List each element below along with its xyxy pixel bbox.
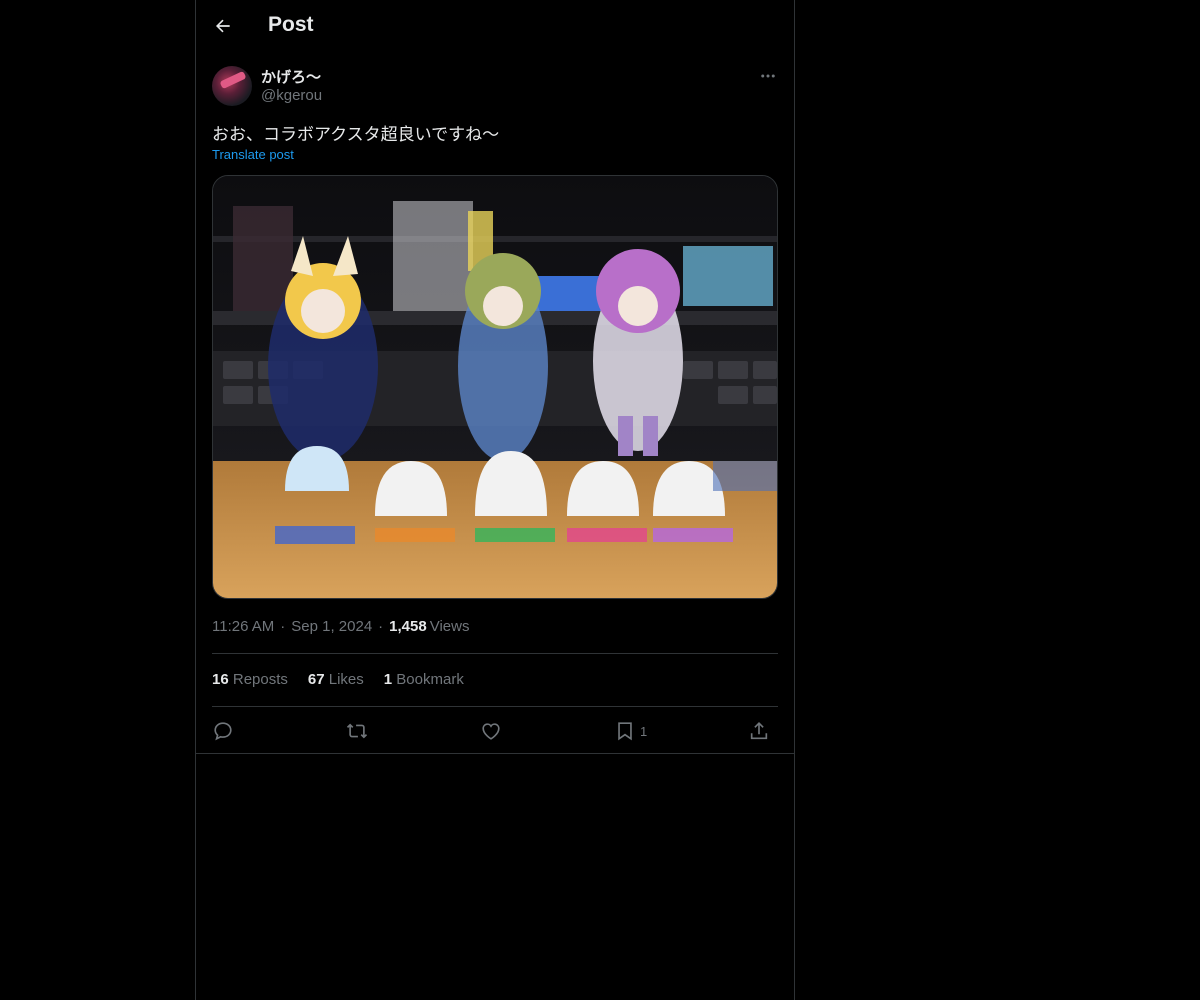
post-header: Post [196,0,794,53]
bookmarks-stat[interactable]: 1 Bookmark [384,671,464,688]
reposts-stat[interactable]: 16 Reposts [212,671,288,688]
arrow-left-icon [216,19,230,33]
divider [212,653,778,654]
repost-button[interactable] [346,718,368,744]
author-handle[interactable]: @kgerou [261,87,322,104]
share-icon [750,722,768,740]
translate-post-link[interactable]: Translate post [212,147,294,162]
avatar-image [219,70,247,90]
likes-stat[interactable]: 67 Likes [308,671,364,688]
post-column: Post かげろ〜 @kgerou おお、コラボアクスタ超良いですね〜 Tran… [195,0,795,1000]
reply-button[interactable] [212,718,234,744]
post-author: かげろ〜 @kgerou [212,64,780,108]
post-stats: 16 Reposts 67 Likes 1 Bookmark [212,671,464,688]
like-icon [482,723,500,740]
meta-separator: · [378,618,384,635]
bookmarks-label: Bookmark [396,671,464,688]
views-label: Views [429,618,470,635]
post-bottom-border [196,753,794,754]
likes-count: 67 [307,671,325,688]
reply-icon [214,722,232,741]
share-button[interactable] [748,718,770,744]
post-media-photo[interactable] [212,175,778,599]
post-date[interactable]: Sep 1, 2024 [291,618,372,635]
reposts-label: Reposts [232,671,288,688]
views-count: 1,458 [389,618,427,635]
acrylic-stand-photo [213,176,777,598]
likes-label: Likes [328,671,364,688]
like-button[interactable] [480,718,502,744]
avatar[interactable] [212,66,252,106]
bookmark-count: 1 [640,723,648,739]
author-display-name[interactable]: かげろ〜 [261,66,321,87]
post-actions: 1 [212,718,778,744]
post-time[interactable]: 11:26 AM [212,618,274,635]
bookmark-icon [618,722,632,741]
repost-icon [346,723,368,739]
bookmark-button[interactable]: 1 [614,718,647,744]
reposts-count: 16 [212,671,229,688]
page-title: Post [268,13,314,36]
meta-separator: · [280,618,286,635]
divider [212,706,778,707]
more-horizontal-icon [761,74,775,78]
bookmarks-count: 1 [383,671,393,688]
post-text: おお、コラボアクスタ超良いですね〜 [212,125,500,144]
back-button[interactable] [208,10,238,42]
more-options-button[interactable] [756,64,780,88]
post-metadata: 11:26 AM · Sep 1, 2024 · 1,458 Views [212,618,469,635]
